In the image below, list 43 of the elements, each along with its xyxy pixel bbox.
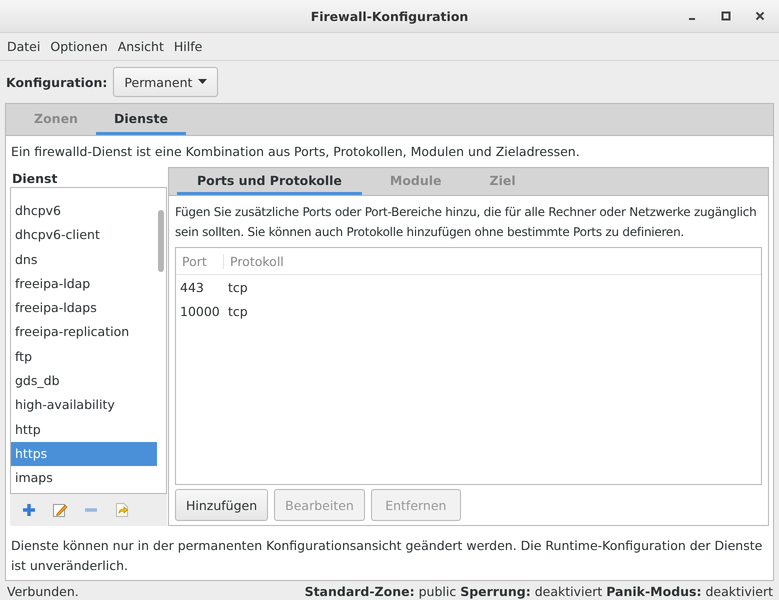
menu-item[interactable]: Optionen <box>45 39 113 54</box>
service-item[interactable]: freeipa-replication <box>11 320 157 345</box>
status-message: Verbunden. <box>7 584 79 599</box>
scrollbar-thumb[interactable] <box>158 210 164 272</box>
ports-hint-text: Fügen Sie zusätzliche Ports oder Port-Bereiche hinzu, die für alle Rechner oder Netzwerke zugänglich sein sollten. Sie können auch Protokolle hinzufügen ohne bestimmte Ports zu definieren. <box>175 204 758 241</box>
list-heading: Dienst <box>10 167 167 187</box>
service-item[interactable]: http <box>11 418 157 442</box>
note-text: Dienste können nur in der permanenten Konfigurationsansicht geändert werden. Die Runtime-Konfiguration der Dienste ist unveränderlich. <box>11 537 764 575</box>
table-cell-text: tcp <box>227 280 249 294</box>
maximize-icon[interactable] <box>721 11 731 21</box>
edit-icon[interactable] <box>52 502 68 518</box>
tab[interactable]: Dienste <box>96 104 186 135</box>
service-item[interactable]: dhcpv6 <box>11 199 157 224</box>
add-icon[interactable] <box>22 503 36 517</box>
status-label: Panik-Modus: <box>606 584 702 599</box>
service-item[interactable]: freeipa-ldaps <box>11 296 157 320</box>
status-label: Standard-Zone: <box>304 584 415 599</box>
table-cell-text: 10000 <box>179 304 221 318</box>
close-icon[interactable] <box>755 11 765 21</box>
menu-item[interactable]: Datei <box>2 39 46 54</box>
action-button[interactable]: Hinzufügen <box>175 489 268 521</box>
table-cell-text: 443 <box>179 280 205 294</box>
caret-icon <box>198 79 208 85</box>
tab[interactable]: Ports und Protokolle <box>177 168 362 195</box>
service-item[interactable]: freeipa-ldap <box>11 272 157 296</box>
description-text: Ein firewalld-Dienst ist eine Kombination aus Ports, Protokollen, Modulen und Zieladressen. <box>11 144 581 159</box>
status-value: deaktiviert <box>534 584 602 599</box>
service-item[interactable]: dhcpv6-client <box>11 223 157 248</box>
status-value: public <box>418 584 456 599</box>
service-item[interactable]: dns <box>11 248 157 272</box>
configuration-dropdown[interactable]: Permanent <box>113 67 218 97</box>
status-value: deaktiviert <box>706 584 773 599</box>
service-item[interactable]: high-availability <box>11 393 157 418</box>
status-label: Sperrung: <box>460 584 531 599</box>
service-item[interactable]: ftp <box>11 344 157 370</box>
service-item[interactable]: gds_db <box>11 369 157 394</box>
service-item[interactable]: imaps <box>11 466 157 491</box>
document-arrow-icon[interactable] <box>114 502 130 518</box>
configuration-label: Konfiguration: <box>6 74 108 90</box>
window-title: Firewall-Konfiguration <box>310 8 468 24</box>
table-cell-text: tcp <box>227 304 249 318</box>
menu-item[interactable]: Ansicht <box>112 39 169 54</box>
menu-item[interactable]: Hilfe <box>168 39 208 54</box>
